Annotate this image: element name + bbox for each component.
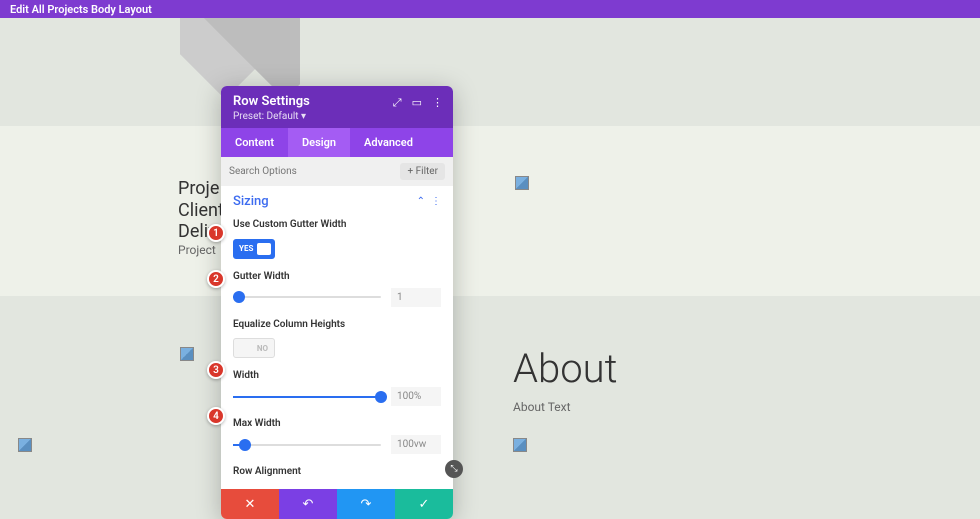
broken-image-icon bbox=[18, 438, 32, 452]
section-menu-icon[interactable]: ⋮ bbox=[431, 196, 441, 207]
about-heading: About bbox=[513, 345, 617, 392]
modal-preset[interactable]: Preset: Default ▾ bbox=[233, 111, 441, 122]
topbar-title: Edit All Projects Body Layout bbox=[10, 3, 152, 16]
slider-max-width[interactable] bbox=[233, 444, 381, 446]
section-sizing-header[interactable]: Sizing ⌃ ⋮ bbox=[233, 194, 441, 209]
tab-design[interactable]: Design bbox=[288, 128, 350, 157]
expand-icon[interactable]: ⤢ bbox=[393, 96, 402, 110]
option-equalize: Equalize Column Heights NO bbox=[233, 319, 441, 359]
close-button[interactable]: ✕ bbox=[221, 489, 279, 519]
about-block: About About Text bbox=[513, 345, 617, 414]
modal-tabs: Content Design Advanced bbox=[221, 128, 453, 157]
resize-handle-icon[interactable]: ⤡ bbox=[445, 460, 463, 478]
responsive-icon[interactable]: ▭ bbox=[412, 96, 422, 110]
search-row: + Filter bbox=[221, 157, 453, 186]
modal-footer: ✕ ↶ ↷ ✓ bbox=[221, 489, 453, 519]
section-title: Sizing bbox=[233, 194, 269, 209]
filter-button[interactable]: + Filter bbox=[400, 163, 445, 180]
tab-content[interactable]: Content bbox=[221, 128, 288, 157]
redo-button[interactable]: ↷ bbox=[337, 489, 395, 519]
option-row-alignment: Row Alignment bbox=[233, 466, 441, 477]
slider-gutter-width[interactable] bbox=[233, 296, 381, 298]
max-width-value[interactable] bbox=[391, 435, 441, 454]
width-value[interactable] bbox=[391, 387, 441, 406]
annotation-badge-4: 4 bbox=[207, 407, 225, 425]
option-gutter-width: Gutter Width bbox=[233, 271, 441, 307]
menu-icon[interactable]: ⋮ bbox=[432, 96, 443, 110]
row-settings-modal: Row Settings Preset: Default ▾ ⤢ ▭ ⋮ Con… bbox=[221, 86, 453, 519]
broken-image-icon bbox=[180, 347, 194, 361]
modal-header[interactable]: Row Settings Preset: Default ▾ ⤢ ▭ ⋮ bbox=[221, 86, 453, 128]
modal-body: Sizing ⌃ ⋮ Use Custom Gutter Width YES G… bbox=[221, 186, 453, 489]
editor-top-bar: Edit All Projects Body Layout bbox=[0, 0, 980, 18]
save-button[interactable]: ✓ bbox=[395, 489, 453, 519]
undo-button[interactable]: ↶ bbox=[279, 489, 337, 519]
annotation-badge-2: 2 bbox=[207, 270, 225, 288]
slider-width[interactable] bbox=[233, 396, 381, 398]
gutter-width-value[interactable] bbox=[391, 288, 441, 307]
annotation-badge-3: 3 bbox=[207, 361, 225, 379]
toggle-use-custom-gutter[interactable]: YES bbox=[233, 239, 275, 259]
toggle-equalize[interactable]: NO bbox=[233, 338, 275, 358]
about-text: About Text bbox=[513, 400, 617, 414]
broken-image-icon bbox=[513, 438, 527, 452]
broken-image-icon bbox=[515, 176, 529, 190]
bg-band bbox=[0, 126, 980, 296]
option-max-width: Max Width bbox=[233, 418, 441, 454]
option-use-custom-gutter: Use Custom Gutter Width YES bbox=[233, 219, 441, 259]
annotation-badge-1: 1 bbox=[207, 224, 225, 242]
tab-advanced[interactable]: Advanced bbox=[350, 128, 427, 157]
chevron-up-icon[interactable]: ⌃ bbox=[417, 196, 425, 207]
project-sub: Project bbox=[178, 243, 216, 257]
option-width: Width bbox=[233, 370, 441, 406]
search-input[interactable] bbox=[229, 166, 400, 177]
